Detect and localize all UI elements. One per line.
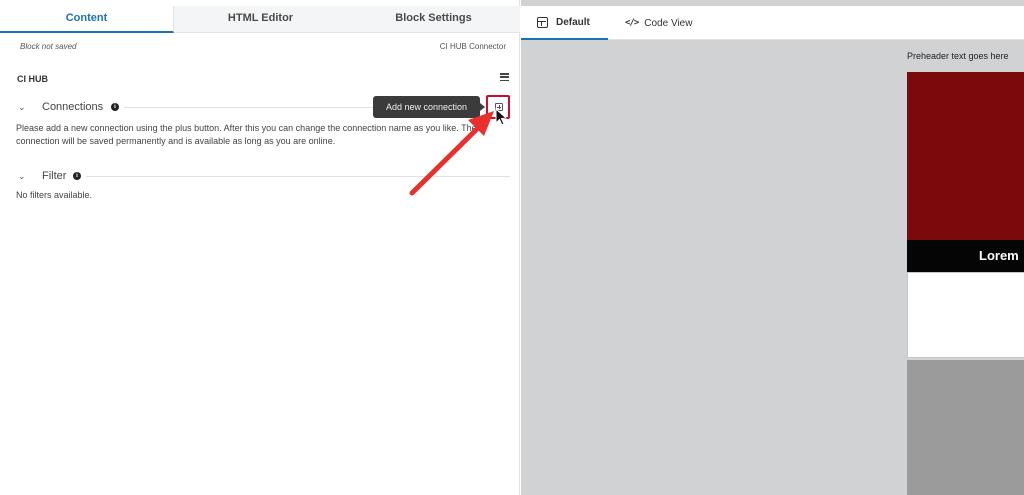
code-icon: </> — [625, 18, 639, 28]
add-connection-tooltip: Add new connection — [373, 96, 480, 118]
tooltip-arrow — [480, 103, 485, 111]
filter-header[interactable]: ⌄ Filter i — [18, 170, 510, 184]
preview-panel: Default </> Code View Preheader text goe… — [521, 0, 1024, 495]
connections-description: Please add a new connection using the pl… — [16, 123, 477, 146]
content-block[interactable] — [907, 272, 1024, 358]
tab-block-settings[interactable]: Block Settings — [347, 6, 520, 33]
connector-name: CI HUB Connector — [439, 42, 506, 51]
block-status: Block not saved — [20, 42, 77, 51]
chevron-down-icon[interactable]: ⌄ — [18, 171, 26, 182]
preheader-text[interactable]: Preheader text goes here — [907, 51, 1009, 61]
chevron-down-icon[interactable]: ⌄ — [18, 102, 26, 113]
filter-label: Filter — [42, 170, 67, 182]
editor-tabs: Content HTML Editor Block Settings — [0, 6, 520, 33]
connections-label: Connections — [42, 101, 104, 113]
info-icon[interactable]: i — [73, 172, 81, 180]
tab-code-view[interactable]: </> Code View — [625, 6, 692, 40]
view-tabs: Default </> Code View — [521, 6, 1024, 40]
menu-icon[interactable] — [500, 73, 509, 81]
default-view-label: Default — [556, 16, 590, 28]
tab-default-view[interactable]: Default — [521, 6, 608, 40]
email-canvas[interactable]: Lorem — [907, 72, 1024, 495]
divider — [86, 176, 510, 177]
code-view-label: Code View — [644, 17, 693, 29]
info-icon[interactable]: i — [111, 103, 119, 111]
block-editor-panel: Content HTML Editor Block Settings Block… — [0, 0, 520, 495]
hero-image-block[interactable] — [907, 72, 1024, 240]
image-placeholder-block[interactable] — [907, 360, 1024, 495]
add-connection-button[interactable] — [486, 95, 510, 119]
banner-text: Lorem — [979, 248, 1019, 263]
banner-block[interactable]: Lorem — [907, 240, 1024, 272]
filter-empty-text: No filters available. — [16, 190, 93, 200]
plus-square-icon — [495, 103, 503, 111]
tab-content[interactable]: Content — [0, 6, 174, 33]
layout-icon — [537, 16, 548, 28]
tab-html-editor[interactable]: HTML Editor — [174, 6, 347, 33]
status-row: Block not saved CI HUB Connector — [0, 42, 520, 56]
section-title: CI HUB — [17, 74, 48, 84]
